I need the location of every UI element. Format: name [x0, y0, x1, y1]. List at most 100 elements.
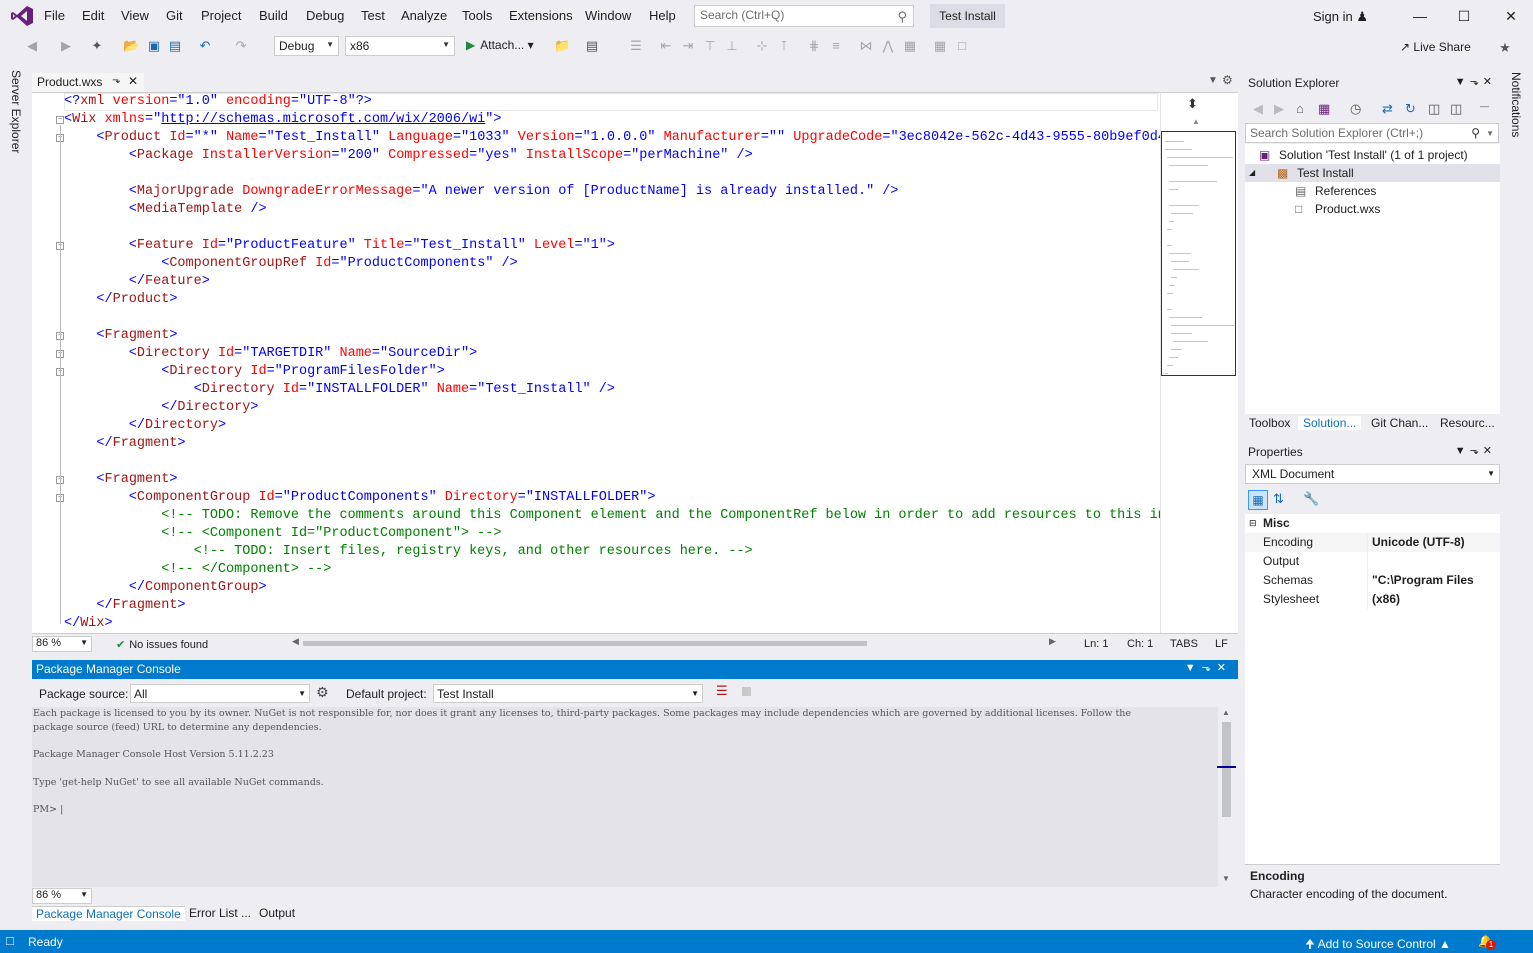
code-line[interactable]: </Product> — [64, 291, 177, 309]
scroll-up-icon[interactable]: ▲ — [1222, 708, 1230, 717]
horizontal-scroll-thumb[interactable] — [303, 641, 867, 646]
switch-views-icon[interactable]: ▦ — [1318, 101, 1330, 117]
menu-test[interactable]: Test — [361, 8, 385, 23]
close-tab-icon[interactable]: ✕ — [128, 74, 138, 88]
scroll-down-icon[interactable]: ▼ — [1222, 874, 1230, 883]
grid-icon[interactable]: ▦ — [932, 38, 948, 54]
align-left-icon[interactable]: ⇤ — [658, 38, 674, 54]
code-line[interactable]: <!-- TODO: Remove the comments around th… — [64, 507, 1160, 525]
pin-icon[interactable]: ⬎ — [1470, 445, 1483, 457]
gear-icon[interactable]: ⚙ — [1222, 73, 1233, 87]
tab-solution-explorer[interactable]: Solution... — [1298, 416, 1362, 430]
menu-debug[interactable]: Debug — [306, 8, 344, 23]
code-line[interactable]: </Feature> — [64, 273, 210, 291]
pin-icon[interactable]: ⬎ — [1202, 662, 1217, 674]
code-line[interactable]: <ComponentGroup Id="ProductComponents" D… — [64, 489, 656, 507]
console-zoom-select[interactable]: 86 % ▼ — [32, 888, 92, 904]
tab-error-list[interactable]: Error List ... — [185, 906, 255, 920]
save-all-icon[interactable]: ▤ — [167, 38, 183, 54]
navigate-forward-icon[interactable]: ▶ — [58, 38, 74, 54]
pin-icon[interactable]: ⬎ — [1470, 76, 1483, 88]
tab-output[interactable]: Output — [255, 906, 299, 920]
menu-window[interactable]: Window — [585, 8, 631, 23]
close-icon[interactable]: ✕ — [1217, 662, 1232, 674]
window-position-icon[interactable]: ▼ — [1455, 445, 1470, 457]
collapse-region-icon[interactable]: − — [56, 116, 64, 124]
property-row[interactable]: Schemas "C:\Program Files (x86) — [1245, 571, 1500, 606]
visual-studio-logo-icon[interactable] — [10, 5, 34, 27]
code-line[interactable]: </Fragment> — [64, 435, 185, 453]
tree-item-product-wxs[interactable]: □ Product.wxs — [1245, 200, 1500, 218]
tab-overflow-icon[interactable]: ▼ — [1208, 75, 1218, 86]
menu-git[interactable]: Git — [166, 8, 183, 23]
code-line[interactable]: <!-- <Component Id="ProductComponent"> -… — [64, 525, 501, 543]
same-size-icon[interactable]: ▦ — [902, 38, 918, 54]
pending-changes-icon[interactable]: ◷ — [1350, 101, 1361, 117]
code-line[interactable]: <!-- TODO: Insert files, registry keys, … — [64, 543, 753, 561]
new-project-icon[interactable]: ✦ — [89, 38, 105, 54]
collapse-all-icon[interactable]: ◫ — [1428, 101, 1440, 117]
package-source-select[interactable]: All ▼ — [130, 684, 310, 703]
menu-edit[interactable]: Edit — [82, 8, 104, 23]
menu-build[interactable]: Build — [259, 8, 288, 23]
notifications-tab[interactable]: Notifications — [1509, 72, 1523, 137]
code-line[interactable]: <Package InstallerVersion="200" Compress… — [64, 147, 753, 165]
code-line[interactable]: <MediaTemplate /> — [64, 201, 267, 219]
alphabetical-icon[interactable]: ⇅ — [1273, 491, 1284, 507]
space-vertical-icon[interactable]: ≡ — [828, 38, 844, 54]
align-bottom-icon[interactable]: ⊥ — [724, 38, 740, 54]
code-line[interactable]: </Directory> — [64, 399, 258, 417]
forward-icon[interactable]: ▶ — [1274, 101, 1284, 117]
clear-console-icon[interactable]: ☰ — [716, 683, 728, 699]
code-line[interactable]: <!-- </Component> --> — [64, 561, 331, 579]
live-share-button[interactable]: ↗ Live Share — [1400, 40, 1471, 54]
code-line[interactable]: <Fragment> — [64, 327, 177, 345]
categorized-icon[interactable]: ▦ — [1248, 490, 1268, 510]
properties-object-select[interactable]: XML Document ▼ — [1245, 464, 1500, 484]
indentation-mode[interactable]: TABS — [1170, 638, 1198, 650]
issues-indicator[interactable]: ✔ No issues found — [116, 638, 208, 651]
same-width-icon[interactable]: ⋈ — [858, 38, 874, 54]
close-icon[interactable]: ✕ — [1483, 445, 1496, 457]
close-icon[interactable]: ✕ — [1483, 76, 1496, 88]
code-line[interactable]: <Feature Id="ProductFeature" Title="Test… — [64, 237, 615, 255]
minimap-viewport[interactable] — [1161, 131, 1236, 376]
tab-resource-view[interactable]: Resourc... — [1435, 416, 1500, 430]
menu-tools[interactable]: Tools — [462, 8, 492, 23]
border-icon[interactable]: □ — [954, 38, 970, 54]
editor-zoom-select[interactable]: 86 % ▼ — [32, 636, 92, 652]
align-right-icon[interactable]: ⇥ — [680, 38, 696, 54]
comment-icon[interactable]: ☰ — [628, 38, 644, 54]
feedback-icon[interactable]: ★ — [1497, 40, 1513, 56]
back-icon[interactable]: ◀ — [1253, 101, 1263, 117]
tab-toolbox[interactable]: Toolbox — [1244, 416, 1295, 430]
property-row[interactable]: Stylesheet — [1245, 590, 1500, 609]
settings-gear-icon[interactable]: ⚙ — [316, 684, 329, 701]
scroll-right-icon[interactable]: ▶ — [1049, 636, 1056, 647]
same-height-icon[interactable]: ⋀ — [880, 38, 896, 54]
solution-search-input[interactable]: Search Solution Explorer (Ctrl+;) ⚲ ▼ — [1245, 123, 1499, 143]
code-line[interactable]: <ComponentGroupRef Id="ProductComponents… — [64, 255, 518, 273]
close-window-button[interactable]: ✕ — [1501, 6, 1521, 26]
pin-icon[interactable]: ⬎ — [112, 75, 120, 86]
code-line[interactable]: <Fragment> — [64, 471, 177, 489]
console-scroll-thumb[interactable] — [1222, 722, 1231, 817]
menu-extensions[interactable]: Extensions — [509, 8, 573, 23]
show-all-files-icon[interactable]: ◫ — [1450, 101, 1462, 117]
code-line[interactable]: <Directory Id="ProgramFilesFolder"> — [64, 363, 445, 381]
code-line[interactable]: <?xml version="1.0" encoding="UTF-8"?> — [64, 93, 372, 111]
refresh-icon[interactable]: ↻ — [1405, 101, 1416, 117]
menu-analyze[interactable]: Analyze — [401, 8, 447, 23]
expand-arrow-icon[interactable]: ◢ — [1249, 164, 1255, 182]
home-icon[interactable]: ⌂ — [1296, 101, 1304, 116]
space-horizontal-icon[interactable]: ⋕ — [806, 38, 822, 54]
output-icon[interactable]: □ — [6, 933, 14, 948]
maximize-button[interactable]: ☐ — [1454, 6, 1474, 26]
properties-icon[interactable]: ― — [1480, 101, 1489, 111]
property-row[interactable]: Output — [1245, 552, 1500, 571]
center-horizontal-icon[interactable]: ⊹ — [754, 38, 770, 54]
window-position-icon[interactable]: ▼ — [1185, 662, 1202, 674]
code-line[interactable]: </Fragment> — [64, 597, 185, 615]
find-in-files-icon[interactable]: 📁 — [554, 38, 570, 54]
code-line[interactable]: <Wix xmlns="http://schemas.microsoft.com… — [64, 111, 502, 129]
